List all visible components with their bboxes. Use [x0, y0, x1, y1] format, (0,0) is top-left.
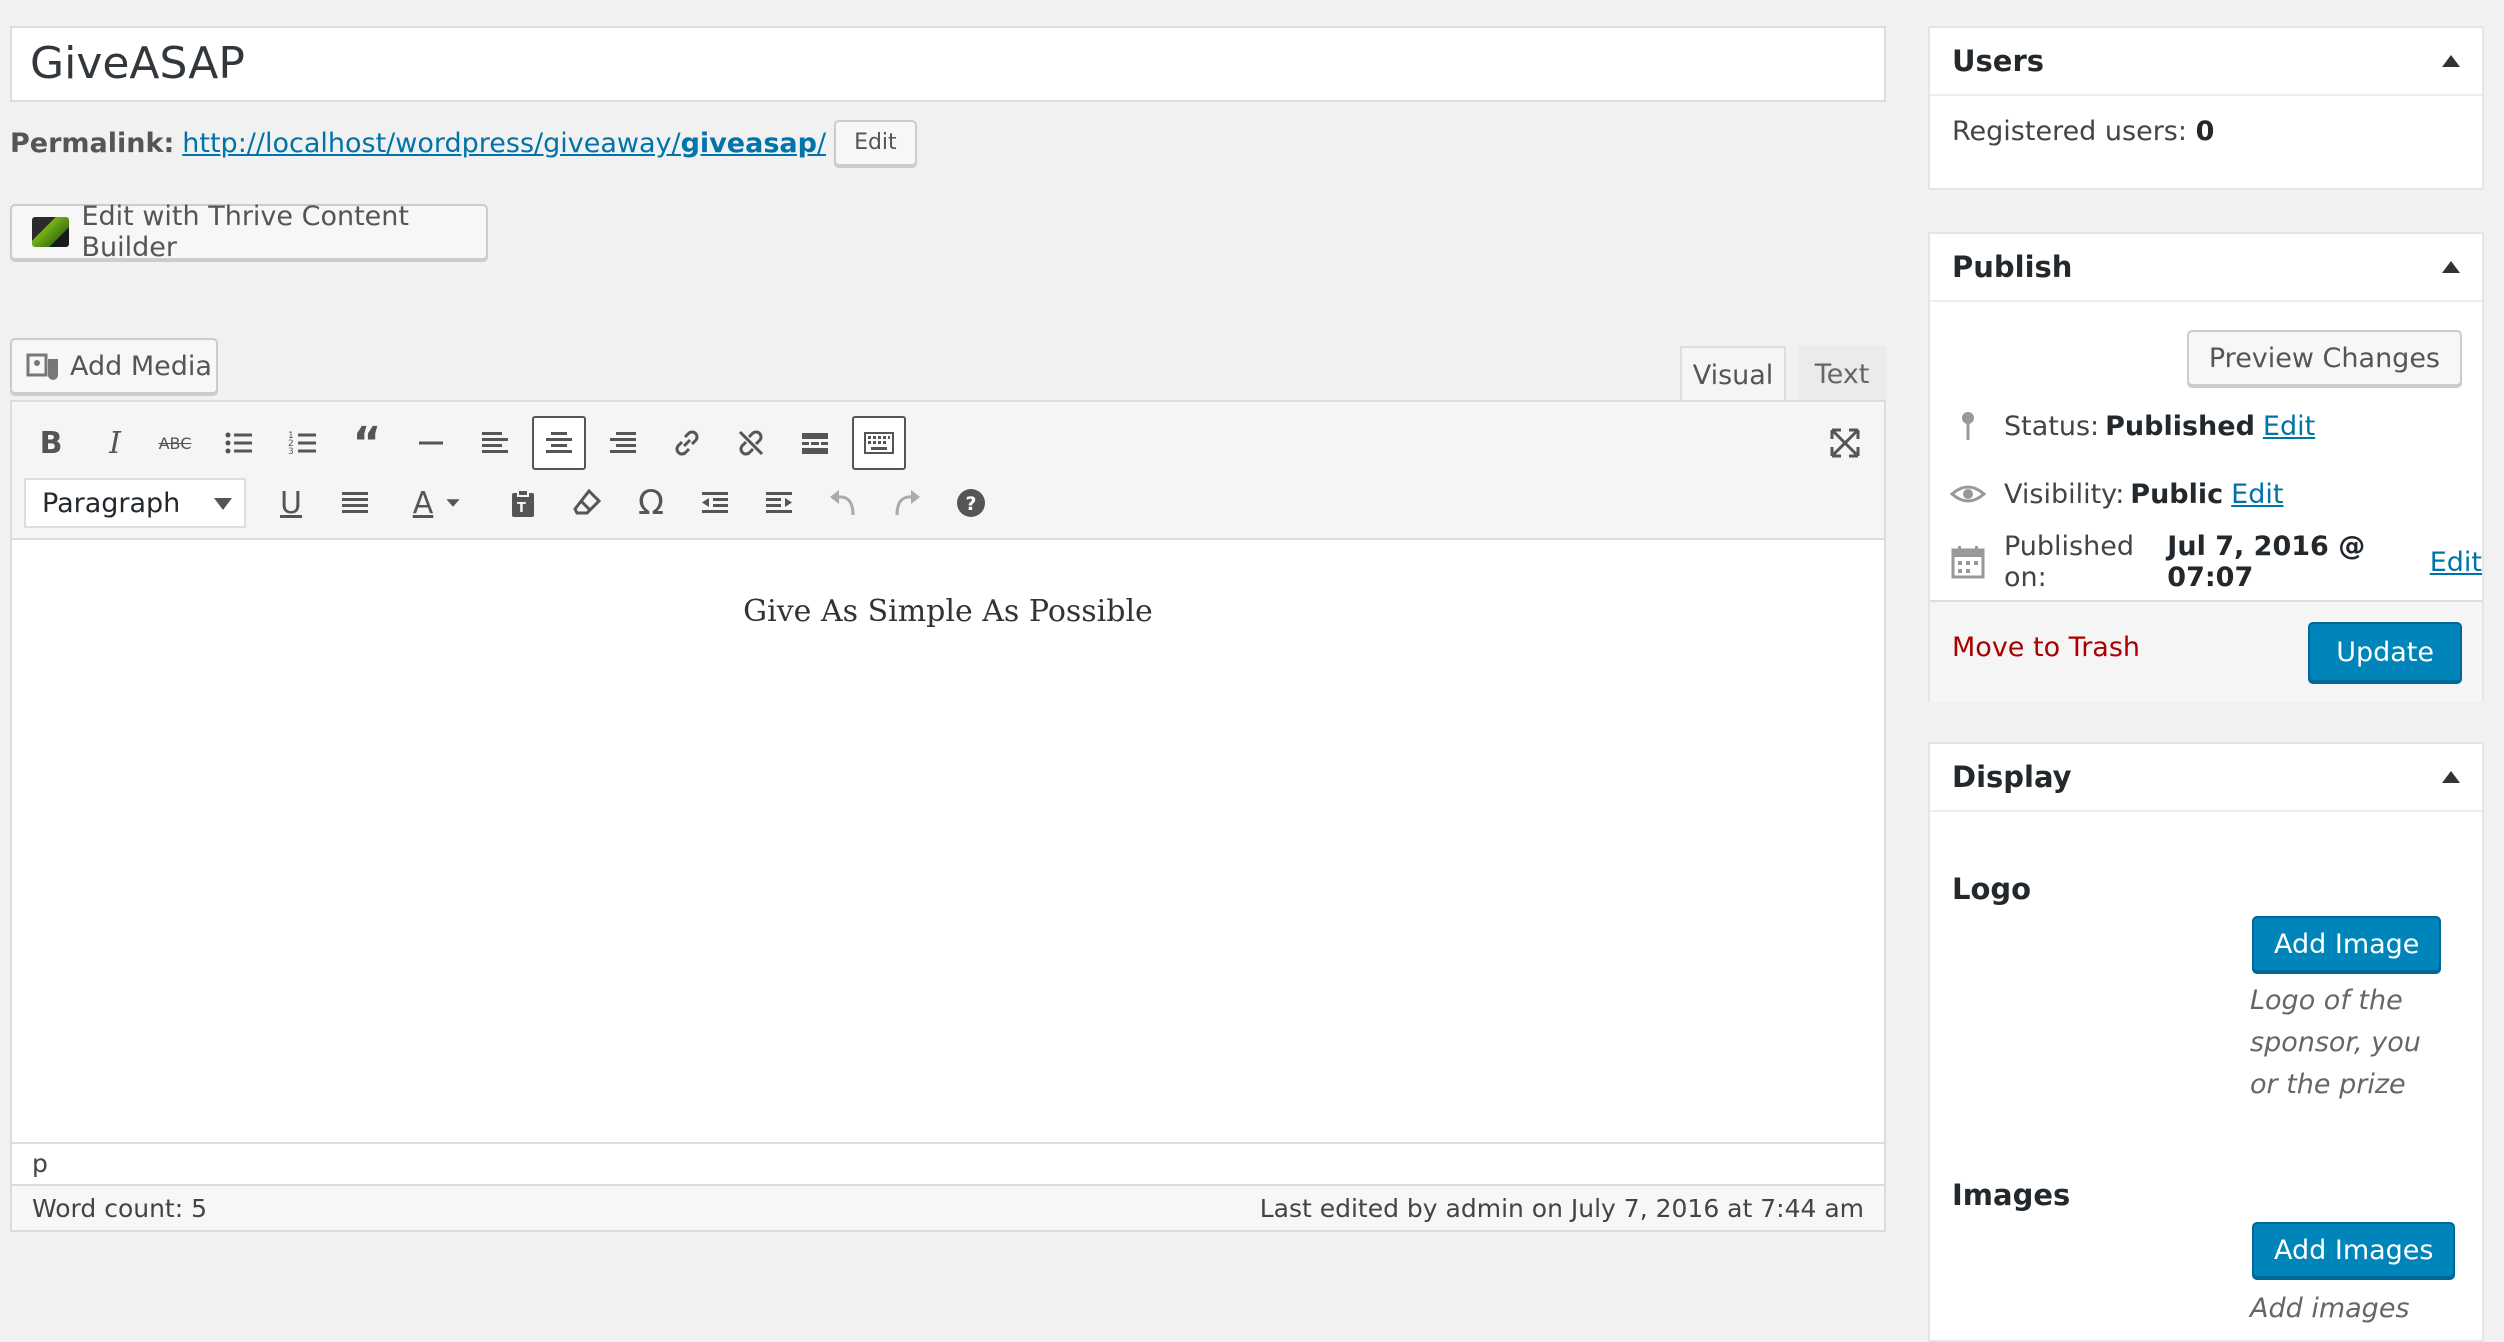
visibility-label: Visibility: [2004, 478, 2125, 510]
align-left-icon[interactable] [468, 416, 522, 470]
published-on-edit-link[interactable]: Edit [2430, 547, 2482, 578]
publish-metabox-header[interactable]: Publish [1930, 234, 2482, 302]
permalink-label: Permalink: [10, 127, 175, 159]
visibility-row: Visibility: Public Edit [1950, 472, 2283, 516]
media-icon [26, 353, 58, 380]
users-metabox-title: Users [1952, 44, 2045, 78]
preview-changes-button[interactable]: Preview Changes [2186, 330, 2462, 386]
svg-text:?: ? [966, 493, 977, 515]
horizontal-line-icon[interactable] [404, 416, 458, 470]
bold-icon[interactable]: B [24, 416, 78, 470]
visibility-edit-link[interactable]: Edit [2231, 479, 2283, 510]
remove-link-icon[interactable] [724, 416, 778, 470]
format-select[interactable]: Paragraph [24, 478, 246, 528]
last-edited: Last edited by admin on July 7, 2016 at … [1259, 1193, 1864, 1223]
align-right-icon[interactable] [596, 416, 650, 470]
add-media-button[interactable]: Add Media [10, 338, 218, 394]
editor-content-area[interactable]: Give As Simple As Possible [12, 542, 1884, 1142]
editor-status-bar: Word count: 5 Last edited by admin on Ju… [12, 1184, 1884, 1230]
add-media-label: Add Media [70, 350, 212, 382]
registered-users-value: 0 [2195, 116, 2215, 147]
paste-as-text-icon[interactable]: T [496, 476, 550, 530]
collapse-arrow-icon[interactable] [2442, 771, 2460, 783]
publish-metabox: Publish Preview Changes Status: Publishe… [1928, 232, 2484, 702]
insert-link-icon[interactable] [660, 416, 714, 470]
undo-icon[interactable] [816, 476, 870, 530]
users-metabox-header[interactable]: Users [1930, 28, 2482, 96]
italic-icon[interactable]: I [88, 416, 142, 470]
status-label: Status: [2004, 410, 2100, 442]
blockquote-icon[interactable]: “ [340, 416, 394, 470]
permalink-row: Permalink: http://localhost/wordpress/gi… [10, 118, 917, 168]
decrease-indent-icon[interactable] [688, 476, 742, 530]
images-label: Images [1952, 1178, 2071, 1212]
calendar-icon [1950, 544, 1986, 580]
word-count: Word count: 5 [32, 1193, 208, 1223]
thrive-leaf-icon [32, 217, 70, 247]
align-center-icon[interactable] [532, 416, 586, 470]
published-on-label: Published on: [2004, 531, 2134, 593]
text-color-dropdown-icon[interactable] [438, 476, 468, 530]
special-character-icon[interactable]: Ω [624, 476, 678, 530]
logo-description: Logo of the sponsor, you or the prize [2250, 985, 2421, 1100]
registered-users-label: Registered users: [1952, 116, 2187, 147]
format-select-value: Paragraph [42, 487, 181, 519]
tab-visual[interactable]: Visual [1680, 346, 1786, 402]
registered-users: Registered users: 0 [1930, 96, 2482, 167]
users-metabox: Users Registered users: 0 [1928, 26, 2484, 190]
read-more-icon[interactable] [788, 416, 842, 470]
fullscreen-icon[interactable] [1818, 416, 1872, 470]
published-on-value: Jul 7, 2016 @ 07:07 [2167, 531, 2366, 593]
logo-label: Logo [1952, 872, 2032, 906]
post-editor: B I ABC 123 “ Paragraph U A T Ω ? Give A… [10, 400, 1886, 1232]
display-metabox-header[interactable]: Display [1930, 744, 2482, 812]
display-metabox-title: Display [1952, 760, 2072, 794]
editor-toolbar: B I ABC 123 “ Paragraph U A T Ω ? [12, 402, 1884, 540]
toolbar-toggle-icon[interactable] [852, 416, 906, 470]
redo-icon[interactable] [880, 476, 934, 530]
display-metabox: Display Logo Add Image Logo of the spons… [1928, 742, 2484, 1342]
images-description: Add images [2250, 1293, 2410, 1324]
help-icon[interactable]: ? [944, 476, 998, 530]
svg-text:3: 3 [288, 447, 294, 457]
underline-icon[interactable]: U [264, 476, 318, 530]
add-images-button[interactable]: Add Images [2252, 1222, 2456, 1278]
publish-actions: Move to Trash Update [1930, 600, 2482, 702]
justify-icon[interactable] [328, 476, 382, 530]
status-edit-link[interactable]: Edit [2263, 411, 2315, 442]
move-to-trash-link[interactable]: Move to Trash [1952, 632, 2140, 663]
thrive-button-label: Edit with Thrive Content Builder [81, 201, 409, 263]
svg-text:T: T [517, 501, 526, 516]
collapse-arrow-icon[interactable] [2442, 55, 2460, 67]
permalink-edit-button[interactable]: Edit [834, 120, 917, 166]
editor-content-text: Give As Simple As Possible [743, 594, 1153, 629]
chevron-down-icon [214, 498, 232, 510]
post-title-input[interactable]: GiveASAP [10, 26, 1886, 102]
permalink-base: http://localhost/wordpress/giveaway/ [182, 127, 681, 159]
collapse-arrow-icon[interactable] [2442, 261, 2460, 273]
increase-indent-icon[interactable] [752, 476, 806, 530]
published-on-row: Published on: Jul 7, 2016 @ 07:07 Edit [1950, 531, 2482, 593]
permalink-link[interactable]: http://localhost/wordpress/giveaway/give… [182, 128, 826, 159]
eye-icon [1950, 476, 1986, 512]
thrive-content-builder-button[interactable]: Edit with Thrive Content Builder [10, 201, 488, 263]
bulleted-list-icon[interactable] [212, 416, 266, 470]
numbered-list-icon[interactable]: 123 [276, 416, 330, 470]
status-row: Status: Published Edit [1950, 404, 2315, 448]
publish-metabox-title: Publish [1952, 250, 2073, 284]
visibility-value: Public [2130, 478, 2224, 510]
clear-formatting-icon[interactable] [560, 476, 614, 530]
add-image-button[interactable]: Add Image [2252, 916, 2442, 972]
update-button[interactable]: Update [2308, 622, 2462, 682]
permalink-trailing: / [816, 127, 827, 159]
permalink-slug: giveasap [680, 127, 817, 159]
tab-text[interactable]: Text [1798, 346, 1886, 402]
pin-icon [1950, 408, 1986, 444]
status-value: Published [2105, 410, 2255, 442]
strikethrough-icon[interactable]: ABC [148, 416, 202, 470]
editor-path[interactable]: p [12, 1142, 1884, 1184]
